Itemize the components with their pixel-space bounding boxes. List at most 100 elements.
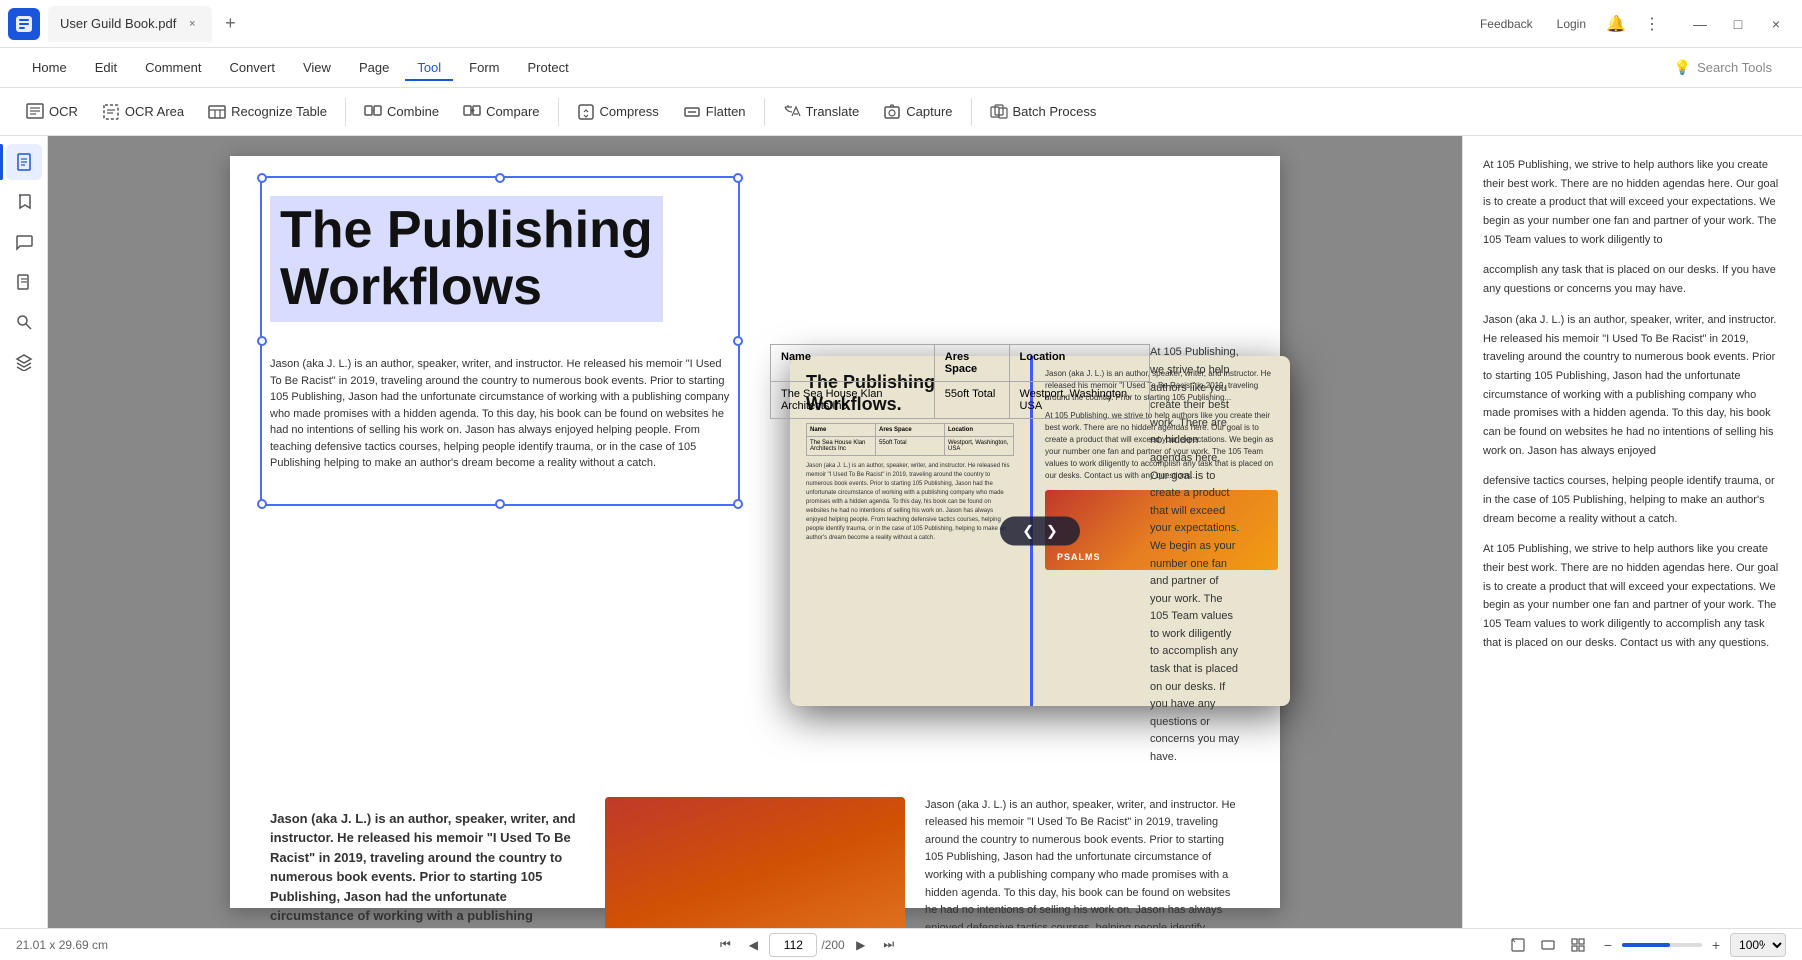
- titlebar: User Guild Book.pdf × + Feedback Login 🔔…: [0, 0, 1802, 48]
- toolbar-translate[interactable]: Translate: [773, 97, 870, 127]
- menu-view[interactable]: View: [291, 54, 343, 81]
- pdf-area[interactable]: The Publishing Workflows Jason (aka J. L…: [48, 136, 1462, 928]
- pdf-right-text: At 105 Publishing, we strive to help aut…: [1150, 344, 1240, 766]
- ocr-label: OCR: [49, 104, 78, 119]
- right-panel: At 105 Publishing, we strive to help aut…: [1462, 136, 1802, 928]
- toolbar-combine[interactable]: Combine: [354, 97, 449, 127]
- ocr-area-label: OCR Area: [125, 104, 184, 119]
- table-header-space: Ares Space: [934, 345, 1009, 382]
- sidebar-search-button[interactable]: [6, 304, 42, 340]
- toolbar-flatten[interactable]: Flatten: [673, 97, 756, 127]
- pdf-table: Name Ares Space Location The Sea House K…: [770, 344, 1150, 419]
- pdf-body-4: Jason (aka J. L.) is an author, speaker,…: [925, 797, 1240, 928]
- last-page-button[interactable]: ⏭: [877, 933, 901, 957]
- titlebar-right: Feedback Login 🔔 ⋮ — □ ×: [1472, 6, 1794, 42]
- sep-2: [558, 98, 559, 126]
- recognize-table-label: Recognize Table: [231, 104, 327, 119]
- combine-icon: [364, 103, 382, 121]
- fit-page-button[interactable]: [1506, 933, 1530, 957]
- active-tab[interactable]: User Guild Book.pdf ×: [48, 6, 212, 42]
- sidebar-attachment-button[interactable]: [6, 264, 42, 300]
- toolbar-capture[interactable]: Capture: [873, 97, 962, 127]
- login-button[interactable]: Login: [1549, 13, 1594, 35]
- menu-edit[interactable]: Edit: [83, 54, 129, 81]
- menu-comment[interactable]: Comment: [133, 54, 213, 81]
- handle-tl[interactable]: [257, 173, 267, 183]
- minimize-button[interactable]: —: [1682, 6, 1718, 42]
- batch-process-icon: [990, 103, 1008, 121]
- right-text-p5: At 105 Publishing, we strive to help aut…: [1483, 540, 1782, 652]
- sidebar-bookmarks-button[interactable]: [6, 184, 42, 220]
- tab-area: User Guild Book.pdf × +: [48, 6, 760, 42]
- toolbar-compare[interactable]: Compare: [453, 97, 549, 127]
- toolbar-ocr-area[interactable]: OCR Area: [92, 97, 194, 127]
- handle-ml[interactable]: [257, 336, 267, 346]
- left-sidebar-wrapper: [0, 136, 48, 928]
- pdf-title-line1: The Publishing: [280, 202, 653, 259]
- handle-tc[interactable]: [495, 173, 505, 183]
- zoom-out-button[interactable]: −: [1598, 935, 1618, 955]
- toolbar-batch-process[interactable]: Batch Process: [980, 97, 1107, 127]
- pdf-body-1: Jason (aka J. L.) is an author, speaker,…: [270, 356, 730, 472]
- grid-view-button[interactable]: [1566, 933, 1590, 957]
- menu-tool[interactable]: Tool: [405, 54, 453, 81]
- pdf-page: The Publishing Workflows Jason (aka J. L…: [230, 156, 1280, 908]
- toolbar: OCR OCR Area Recognize Table Combine Com…: [0, 88, 1802, 136]
- menu-convert[interactable]: Convert: [217, 54, 287, 81]
- handle-tr[interactable]: [733, 173, 743, 183]
- toolbar-ocr[interactable]: OCR: [16, 97, 88, 127]
- menu-page[interactable]: Page: [347, 54, 401, 81]
- zoom-control: − + 100% 75% 125% 150%: [1598, 933, 1786, 957]
- search-tools[interactable]: 💡 Search Tools: [1664, 55, 1782, 80]
- feedback-button[interactable]: Feedback: [1472, 13, 1541, 35]
- pdf-body-2: Jason (aka J. L.) is an author, speaker,…: [270, 809, 585, 928]
- preview-prev-button[interactable]: ❮: [1022, 523, 1034, 540]
- more-options-icon[interactable]: ⋮: [1638, 10, 1666, 38]
- right-text-p3: Jason (aka J. L.) is an author, speaker,…: [1483, 311, 1782, 461]
- preview-next-button[interactable]: ❯: [1046, 523, 1058, 540]
- flatten-label: Flatten: [706, 104, 746, 119]
- batch-process-label: Batch Process: [1013, 104, 1097, 119]
- page-number-input[interactable]: [769, 933, 817, 957]
- zoom-select[interactable]: 100% 75% 125% 150%: [1730, 933, 1786, 957]
- sidebar-layers-button[interactable]: [6, 344, 42, 380]
- next-page-button[interactable]: ▶: [849, 933, 873, 957]
- menu-home[interactable]: Home: [20, 54, 79, 81]
- table-header-location: Location: [1009, 345, 1149, 382]
- menu-form[interactable]: Form: [457, 54, 511, 81]
- sidebar-comments-button[interactable]: [6, 224, 42, 260]
- notification-icon[interactable]: 🔔: [1602, 10, 1630, 38]
- tab-title: User Guild Book.pdf: [60, 16, 176, 31]
- zoom-in-button[interactable]: +: [1706, 935, 1726, 955]
- flatten-icon: [683, 103, 701, 121]
- sep-1: [345, 98, 346, 126]
- ocr-icon: [26, 103, 44, 121]
- recognize-table-icon: [208, 103, 226, 121]
- active-indicator: [0, 144, 3, 180]
- window-controls: — □ ×: [1682, 6, 1794, 42]
- zoom-slider[interactable]: [1622, 943, 1702, 947]
- table-cell-location: Westport, Washington, USA: [1009, 382, 1149, 419]
- tab-close-button[interactable]: ×: [184, 16, 200, 32]
- capture-label: Capture: [906, 104, 952, 119]
- toolbar-compress[interactable]: Compress: [567, 97, 669, 127]
- dimensions-label: 21.01 x 29.69 cm: [16, 938, 108, 952]
- translate-label: Translate: [806, 104, 860, 119]
- prev-page-button[interactable]: ◀: [741, 933, 765, 957]
- right-panel-text: At 105 Publishing, we strive to help aut…: [1483, 156, 1782, 653]
- app-logo: [8, 8, 40, 40]
- first-page-button[interactable]: ⏮: [713, 933, 737, 957]
- handle-bl[interactable]: [257, 499, 267, 509]
- maximize-button[interactable]: □: [1720, 6, 1756, 42]
- new-tab-button[interactable]: +: [216, 10, 244, 38]
- combine-label: Combine: [387, 104, 439, 119]
- main-layout: The Publishing Workflows Jason (aka J. L…: [0, 136, 1802, 928]
- toolbar-recognize-table[interactable]: Recognize Table: [198, 97, 337, 127]
- menu-protect[interactable]: Protect: [516, 54, 581, 81]
- close-button[interactable]: ×: [1758, 6, 1794, 42]
- left-sidebar: [0, 136, 48, 928]
- compare-label: Compare: [486, 104, 539, 119]
- fit-width-button[interactable]: [1536, 933, 1560, 957]
- table-row: The Sea House Klan Architects Inc 55oft …: [771, 382, 1150, 419]
- sidebar-pages-button[interactable]: [6, 144, 42, 180]
